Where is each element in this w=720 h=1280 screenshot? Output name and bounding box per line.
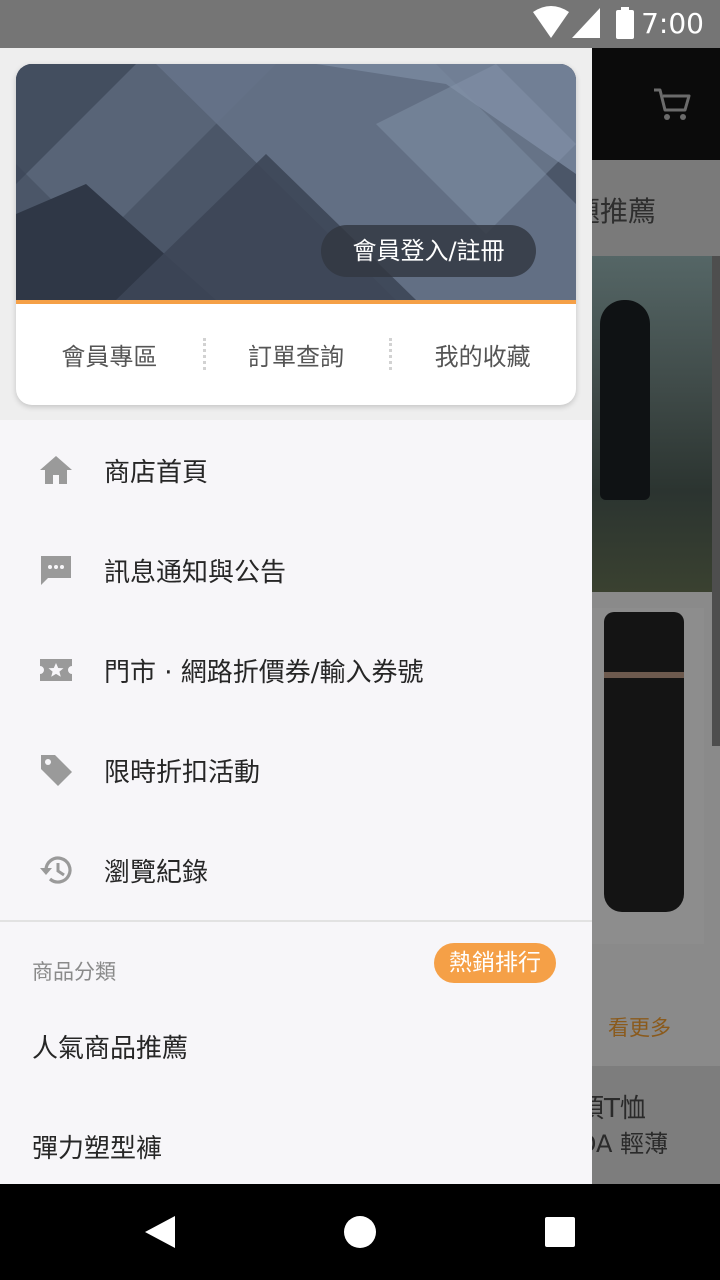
home-circle-icon — [344, 1216, 376, 1248]
menu-item-history[interactable]: 瀏覽紀錄 — [0, 820, 592, 920]
home-button[interactable] — [312, 1184, 408, 1280]
system-nav-bar — [0, 1184, 720, 1280]
category-section-title: 商品分類 — [32, 960, 116, 984]
menu-item-notifications[interactable]: 訊息通知與公告 — [0, 520, 592, 620]
tag-icon — [41, 755, 72, 786]
navigation-drawer: 會員登入/註冊 會員專區 訂單查詢 我的收藏 商店首頁 訊息通知與公告 門市 ·… — [0, 48, 592, 1184]
member-zone-link[interactable]: 會員專區 — [16, 304, 203, 405]
drawer-menu: 商店首頁 訊息通知與公告 門市 · 網路折價券/輸入券號 限時折扣活動 瀏覽紀錄 — [0, 420, 592, 920]
history-icon — [40, 856, 72, 884]
battery-icon — [616, 7, 634, 39]
menu-item-flash-sale[interactable]: 限時折扣活動 — [0, 720, 592, 820]
recents-icon — [545, 1217, 575, 1247]
drawer-header: 會員登入/註冊 會員專區 訂單查詢 我的收藏 — [0, 48, 592, 420]
signal-icon — [572, 8, 600, 38]
background-photo-figure — [600, 300, 650, 500]
background-see-more-link: 看更多 — [608, 1016, 671, 1040]
background-leggings-image — [604, 612, 684, 912]
member-card: 會員登入/註冊 會員專區 訂單查詢 我的收藏 — [16, 64, 576, 405]
menu-item-label: 訊息通知與公告 — [104, 557, 287, 588]
cart-icon — [654, 88, 691, 120]
order-query-link[interactable]: 訂單查詢 — [202, 304, 390, 405]
member-quick-links: 會員專區 訂單查詢 我的收藏 — [16, 304, 576, 405]
menu-item-coupons[interactable]: 門市 · 網路折價券/輸入券號 — [0, 620, 592, 720]
back-icon — [145, 1216, 175, 1248]
menu-item-label: 門市 · 網路折價券/輸入券號 — [104, 657, 424, 688]
category-item-shaping-pants[interactable]: 彈力塑型褲 — [32, 1128, 162, 1165]
member-banner: 會員登入/註冊 — [16, 64, 576, 300]
menu-item-label: 瀏覽紀錄 — [104, 857, 209, 888]
wifi-icon — [533, 6, 569, 38]
recents-button[interactable] — [512, 1184, 608, 1280]
menu-divider — [0, 920, 592, 922]
home-icon — [40, 456, 72, 484]
menu-item-label: 商店首頁 — [104, 457, 209, 488]
favorites-link[interactable]: 我的收藏 — [389, 304, 576, 405]
member-login-button[interactable]: 會員登入/註冊 — [321, 225, 536, 277]
hot-ranking-badge[interactable]: 熱銷排行 — [434, 943, 556, 983]
coupon-icon — [40, 659, 72, 681]
menu-item-label: 限時折扣活動 — [104, 757, 261, 788]
background-leggings-band — [604, 672, 684, 678]
menu-item-store-home[interactable]: 商店首頁 — [0, 420, 592, 520]
back-button[interactable] — [112, 1184, 208, 1280]
status-bar: 7:00 — [0, 0, 720, 48]
background-photo-edge — [712, 256, 720, 746]
status-time: 7:00 — [641, 7, 704, 40]
category-item-popular[interactable]: 人氣商品推薦 — [32, 1028, 188, 1065]
message-icon — [41, 556, 71, 585]
